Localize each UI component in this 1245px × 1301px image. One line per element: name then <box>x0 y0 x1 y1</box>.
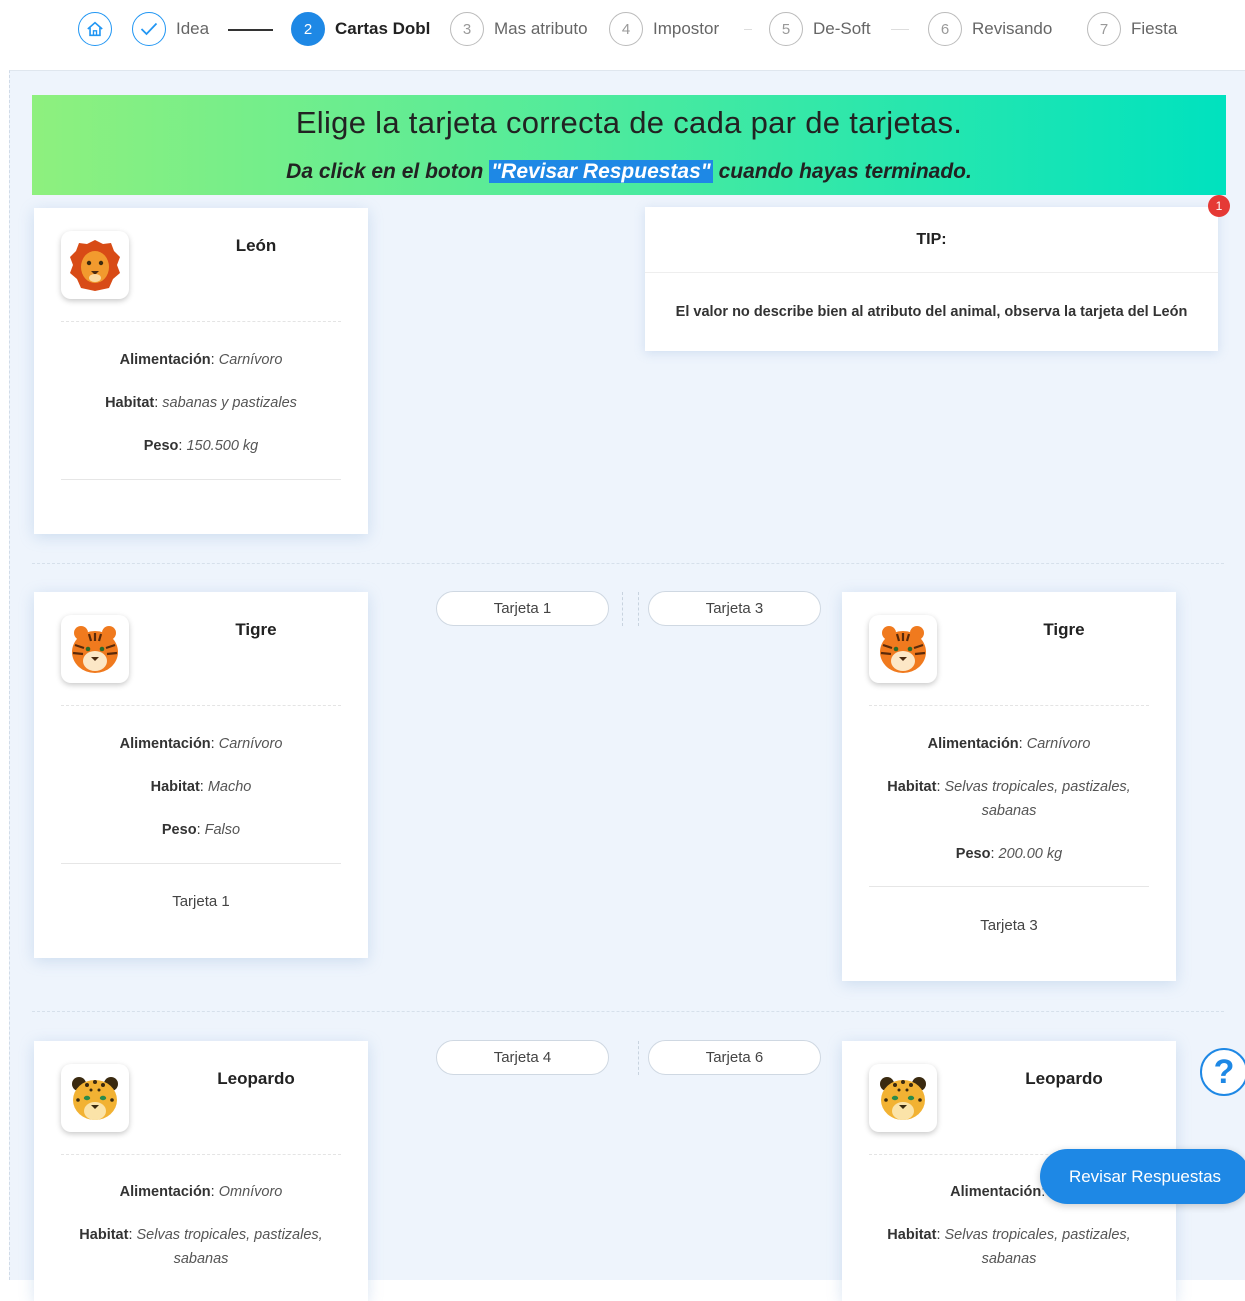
step-label: Revisando <box>972 19 1053 38</box>
tip-title: TIP: <box>645 207 1218 273</box>
choice-tarjeta-1[interactable]: Tarjeta 1 <box>436 591 609 626</box>
step-label: Mas atributo <box>494 19 588 38</box>
attr-peso: Peso: 150.500 kg <box>143 438 259 454</box>
leopard-icon <box>61 1064 129 1132</box>
step-number: 3 <box>450 12 484 46</box>
step-mas-atributos[interactable]: 3 Mas atributo <box>450 11 592 47</box>
step-cartas-dobles[interactable]: 2 Cartas Dobl <box>291 11 433 47</box>
step-label: De-Soft <box>813 19 871 38</box>
row-separator <box>32 1011 1224 1012</box>
step-revisando[interactable]: 6 Revisando <box>928 11 1068 47</box>
card-title: Leopardo <box>1025 1069 1103 1088</box>
step-fiesta[interactable]: 7 Fiesta <box>1087 11 1201 47</box>
card-title: Tigre <box>235 620 277 639</box>
step-de-soft[interactable]: 5 De-Soft <box>769 11 885 47</box>
banner-highlight: "Revisar Respuestas" <box>489 160 713 183</box>
card-attributes: Alimentación: Omnívoro Habitat: Selvas t… <box>61 1180 341 1290</box>
tip-card: TIP: El valor no describe bien al atribu… <box>645 207 1218 351</box>
banner-subtitle-pre: Da click en el boton <box>286 160 490 183</box>
step-number: 4 <box>609 12 643 46</box>
card-title: Tigre <box>1043 620 1085 639</box>
choice-divider <box>622 592 623 626</box>
card-divider <box>61 863 341 864</box>
instructions-banner: Elige la tarjeta correcta de cada par de… <box>32 95 1226 195</box>
card-divider <box>61 479 341 480</box>
card-attributes: Alimentación: Carnívoro Habitat: Selvas … <box>869 732 1149 885</box>
step-label: Fiesta <box>1131 19 1178 38</box>
attr-peso: Peso: Falso <box>161 822 241 838</box>
attr-habitat: Habitat: Selvas tropicales, pastizales, … <box>887 779 1131 819</box>
card-attributes: Alimentación: Carnívoro Habitat: Macho P… <box>61 732 341 861</box>
lion-icon <box>61 231 129 299</box>
tip-body: El valor no describe bien al atributo de… <box>675 304 1188 320</box>
check-icon <box>132 12 166 46</box>
card-attributes: Alimentación: Carnívoro Habitat: sabanas… <box>61 348 341 477</box>
step-label: Cartas Dobl <box>335 19 431 38</box>
tiger-icon <box>869 615 937 683</box>
attr-habitat: Habitat: Macho <box>150 779 252 795</box>
attr-habitat: Habitat: Selvas tropicales, pastizales, … <box>887 1227 1131 1267</box>
notification-badge: 1 <box>1208 195 1230 217</box>
card-footer: Tarjeta 1 <box>172 893 230 910</box>
step-idea[interactable]: Idea <box>132 11 226 47</box>
card-tigre-1[interactable]: Tigre Alimentación: Carnívoro Habitat: M… <box>34 592 368 958</box>
step-label: Impostor <box>653 19 720 38</box>
stepper: Idea 2 Cartas Dobl 3 Mas atributo 4 Impo… <box>0 0 1245 60</box>
row-separator <box>32 563 1224 564</box>
attr-alimentacion: Alimentación: Omnívoro <box>119 1184 283 1200</box>
attr-habitat: Habitat: Selvas tropicales, pastizales, … <box>79 1227 323 1267</box>
attr-habitat: Habitat: sabanas y pastizales <box>105 395 297 411</box>
step-number: 5 <box>769 12 803 46</box>
step-number: 6 <box>928 12 962 46</box>
help-button[interactable]: ? <box>1200 1048 1245 1096</box>
card-leopardo-4[interactable]: Leopardo Alimentación: Omnívoro Habitat:… <box>34 1041 368 1301</box>
attr-alimentacion: Alimentación: Carnívoro <box>119 736 283 752</box>
choice-divider <box>638 592 639 626</box>
card-title: León <box>235 236 277 255</box>
step-connector <box>228 29 273 31</box>
card-divider <box>61 705 341 706</box>
card-divider <box>61 1154 341 1155</box>
banner-subtitle: Da click en el boton "Revisar Respuestas… <box>32 160 1226 184</box>
card-divider <box>869 886 1149 887</box>
choice-tarjeta-3[interactable]: Tarjeta 3 <box>648 591 821 626</box>
card-footer: Tarjeta 3 <box>980 917 1038 934</box>
step-number: 2 <box>291 12 325 46</box>
attr-alimentacion: Alimentación: Carnívoro <box>119 352 283 368</box>
card-title: Leopardo <box>217 1069 295 1088</box>
step-label: Idea <box>176 19 210 38</box>
step-home[interactable] <box>78 11 112 47</box>
leopard-icon <box>869 1064 937 1132</box>
step-impostor[interactable]: 4 Impostor <box>609 11 733 47</box>
card-divider <box>869 705 1149 706</box>
banner-title: Elige la tarjeta correcta de cada par de… <box>295 105 963 140</box>
attr-peso: Peso: 200.00 kg <box>955 846 1063 862</box>
step-connector <box>891 29 909 30</box>
step-number: 7 <box>1087 12 1121 46</box>
card-tigre-3[interactable]: Tigre Alimentación: Carnívoro Habitat: S… <box>842 592 1176 981</box>
choice-tarjeta-4[interactable]: Tarjeta 4 <box>436 1040 609 1075</box>
step-connector <box>744 29 752 30</box>
revisar-respuestas-button[interactable]: Revisar Respuestas <box>1040 1149 1245 1204</box>
card-divider <box>61 321 341 322</box>
home-icon <box>78 12 112 46</box>
card-leon: León Alimentación: Carnívoro Habitat: sa… <box>34 208 368 534</box>
choice-divider <box>638 1041 639 1075</box>
choice-tarjeta-6[interactable]: Tarjeta 6 <box>648 1040 821 1075</box>
banner-subtitle-post: cuando hayas terminado. <box>712 160 972 183</box>
tiger-icon <box>61 615 129 683</box>
attr-alimentacion: Alimentación: Carnívoro <box>927 736 1091 752</box>
